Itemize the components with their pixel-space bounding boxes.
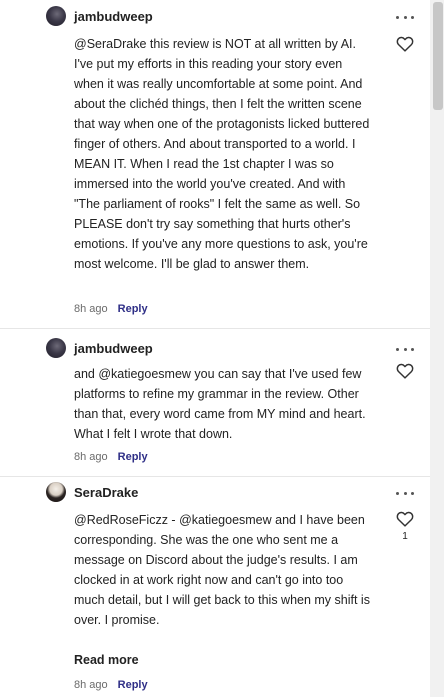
more-options-icon[interactable] <box>396 344 414 354</box>
reply-button[interactable]: Reply <box>118 451 148 463</box>
more-options-icon[interactable] <box>396 488 414 498</box>
comment-username[interactable]: jambudweep <box>74 9 153 24</box>
divider <box>0 476 430 477</box>
comment-time: 8h ago <box>74 303 108 315</box>
more-options-icon[interactable] <box>396 12 414 22</box>
heart-icon[interactable] <box>396 363 414 379</box>
comment-meta: 8h ago Reply <box>74 303 148 315</box>
comment-time: 8h ago <box>74 679 108 691</box>
like-count: 1 <box>402 531 408 542</box>
reply-button[interactable]: Reply <box>118 303 148 315</box>
comment-feed: jambudweep @SeraDrake this review is NOT… <box>0 0 430 697</box>
comment-username[interactable]: SeraDrake <box>74 485 138 500</box>
scrollbar-thumb[interactable] <box>433 2 443 110</box>
comment-text: and @katiegoesmew you can say that I've … <box>74 367 366 441</box>
reply-button[interactable]: Reply <box>118 679 148 691</box>
avatar[interactable] <box>46 6 66 26</box>
comments-page: jambudweep @SeraDrake this review is NOT… <box>0 0 444 697</box>
comment-time: 8h ago <box>74 451 108 463</box>
comment-meta: 8h ago Reply <box>74 679 148 691</box>
heart-icon[interactable] <box>396 511 414 527</box>
comment-text: @RedRoseFiczz - @katiegoesmew and I have… <box>74 513 370 627</box>
avatar[interactable] <box>46 482 66 502</box>
comment-text: @SeraDrake this review is NOT at all wri… <box>74 37 370 271</box>
scrollbar[interactable] <box>430 0 444 697</box>
divider <box>0 328 430 329</box>
read-more-button[interactable]: Read more <box>74 653 139 667</box>
heart-icon[interactable] <box>396 36 414 52</box>
avatar[interactable] <box>46 338 66 358</box>
comment-meta: 8h ago Reply <box>74 451 148 463</box>
comment-username[interactable]: jambudweep <box>74 341 153 356</box>
